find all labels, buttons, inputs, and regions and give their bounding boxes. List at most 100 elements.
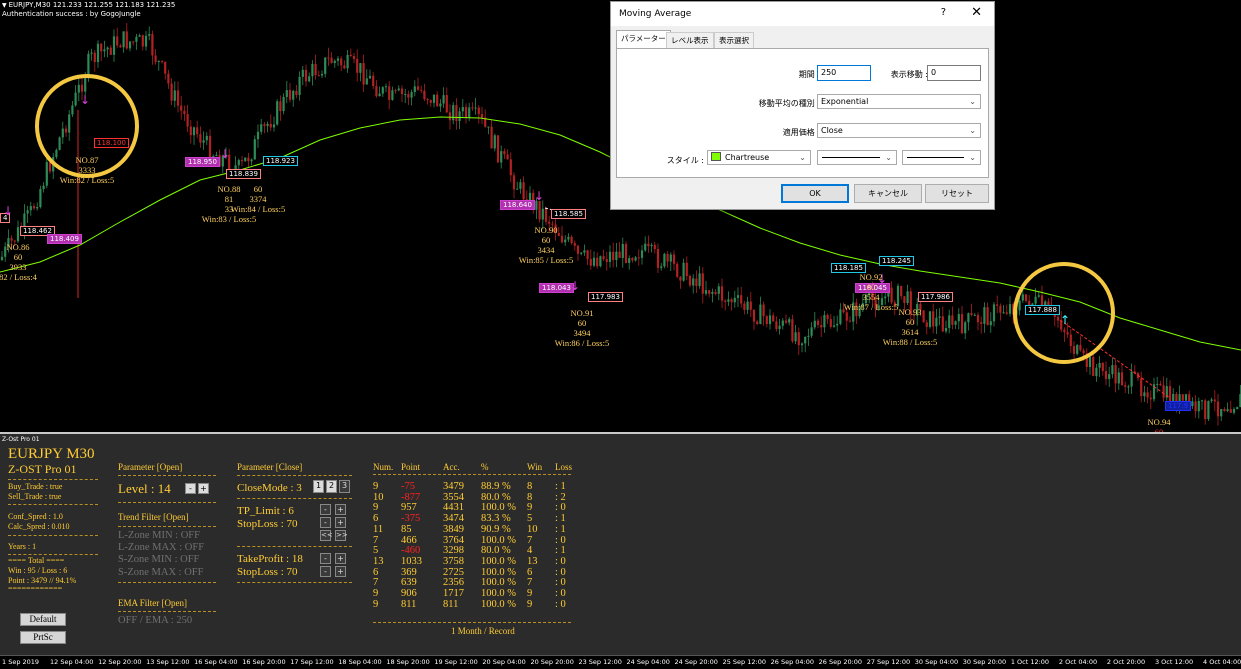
candle-body xyxy=(596,257,599,267)
candle-body xyxy=(388,86,391,100)
candle-body xyxy=(1223,409,1226,412)
tab-levels[interactable]: レベル表示 xyxy=(666,32,714,48)
record-cell: 1717 xyxy=(443,588,464,599)
symbol-quote: EURJPY,M30 121.233 121.255 121.183 121.2… xyxy=(8,1,176,9)
candle-body xyxy=(295,90,298,95)
record-cell: 9 xyxy=(527,588,533,599)
candle-body xyxy=(1220,409,1223,417)
parameter-close-header[interactable]: Parameter [Close] xyxy=(237,462,302,472)
candle-body xyxy=(304,69,308,82)
record-cell: 8 xyxy=(527,481,533,492)
candle-body xyxy=(669,254,672,262)
color-select[interactable]: Chartreuse ⌄ xyxy=(707,150,811,165)
time-tick-label: 17 Sep 12:00 xyxy=(290,658,334,666)
ma-method-select[interactable]: Exponential ⌄ xyxy=(817,94,981,109)
collapse-triangle-icon[interactable]: ▼ xyxy=(2,1,7,10)
candle-body xyxy=(416,86,420,90)
candle-body xyxy=(826,315,829,320)
candle-body xyxy=(407,94,410,98)
separator xyxy=(8,554,98,555)
candle-body xyxy=(938,316,941,318)
tab-visualization[interactable]: 表示選択 xyxy=(714,32,754,48)
candle-body xyxy=(93,52,96,63)
take-profit-decrease-button[interactable]: - xyxy=(320,553,331,564)
candle-body xyxy=(269,123,272,128)
apply-to-select[interactable]: Close ⌄ xyxy=(817,123,981,138)
close-icon[interactable]: ✕ xyxy=(971,5,982,20)
tab-parameters[interactable]: パラメーター xyxy=(616,30,671,48)
candle-body xyxy=(1101,363,1104,372)
candle-body xyxy=(698,273,701,287)
stoploss-2-value: StopLoss : 70 xyxy=(237,566,298,578)
dialog-titlebar[interactable]: Moving Average ? ✕ xyxy=(611,2,994,26)
candle-body xyxy=(580,252,583,254)
candle-body xyxy=(522,182,525,200)
take-profit-increase-button[interactable]: + xyxy=(335,553,346,564)
candle-body xyxy=(762,304,765,317)
close-mode-2-button[interactable]: 2 xyxy=(326,480,337,493)
trend-filter-header[interactable]: Trend Filter [Open] xyxy=(118,512,189,522)
separator xyxy=(8,479,98,480)
forward-button[interactable]: >> xyxy=(335,530,348,541)
rewind-button[interactable]: << xyxy=(320,530,333,541)
ema-filter-header[interactable]: EMA Filter [Open] xyxy=(118,598,187,608)
close-mode-3-button[interactable]: 3 xyxy=(339,480,350,493)
stoploss-1-decrease-button[interactable]: - xyxy=(320,517,331,528)
candle-body xyxy=(976,314,980,323)
time-tick-label: 18 Sep 04:00 xyxy=(338,658,382,666)
candle-body xyxy=(1098,363,1101,368)
line-style-select[interactable]: ⌄ xyxy=(817,150,897,165)
dialog-body: 期間 : 250 表示移動 : 0 移動平均の種別 : Exponential ⌄… xyxy=(616,48,989,178)
stoploss-1-increase-button[interactable]: + xyxy=(335,517,346,528)
candle-body xyxy=(157,60,160,62)
candle-body xyxy=(1146,392,1149,398)
candle-body xyxy=(784,320,788,323)
level-increase-button[interactable]: + xyxy=(198,483,209,494)
candle-body xyxy=(490,126,493,149)
candle-body xyxy=(352,56,356,59)
stoploss-2-decrease-button[interactable]: - xyxy=(320,566,331,577)
candle-body xyxy=(324,57,327,74)
help-icon[interactable]: ? xyxy=(941,7,946,18)
candle-body xyxy=(106,47,109,50)
line-width-select[interactable]: ⌄ xyxy=(902,150,981,165)
candle-body xyxy=(941,316,944,332)
candle-body xyxy=(650,244,653,247)
candle-body xyxy=(736,295,740,298)
candle-body xyxy=(1162,385,1165,398)
candle-body xyxy=(1092,356,1095,377)
szone-max: S-Zone MAX : OFF xyxy=(118,567,204,578)
stoploss-2-increase-button[interactable]: + xyxy=(335,566,346,577)
candle-body xyxy=(480,114,484,118)
candle-body xyxy=(314,63,317,76)
candle-body xyxy=(202,140,205,143)
time-tick-label: 12 Sep 04:00 xyxy=(50,658,94,666)
candle-body xyxy=(109,47,112,55)
time-tick-label: 25 Sep 12:00 xyxy=(722,658,766,666)
ok-button[interactable]: OK xyxy=(781,184,849,203)
candle-body xyxy=(944,328,948,332)
reset-button[interactable]: リセット xyxy=(925,184,989,203)
close-mode-1-button[interactable]: 1 xyxy=(313,480,324,493)
parameter-open-header[interactable]: Parameter [Open] xyxy=(118,462,182,472)
candle-body xyxy=(957,314,960,322)
tp-limit-decrease-button[interactable]: - xyxy=(320,504,331,515)
candle-body xyxy=(164,61,167,74)
candle-body xyxy=(1095,367,1098,377)
tp-limit-increase-button[interactable]: + xyxy=(335,504,346,515)
level-decrease-button[interactable]: - xyxy=(185,483,196,494)
cancel-button[interactable]: キャンセル xyxy=(854,184,922,203)
record-cell: 10 xyxy=(527,523,538,535)
period-input[interactable]: 250 xyxy=(817,65,871,81)
candle-body xyxy=(288,90,292,100)
trade-label: NO.93 60 3614 Win:88 / Loss:5 xyxy=(882,307,938,347)
default-button[interactable]: Default xyxy=(20,613,66,626)
chart-header: ▼ EURJPY,M30 121.233 121.255 121.183 121.… xyxy=(2,1,175,19)
candle-body xyxy=(125,31,128,49)
close-mode-value: CloseMode : 3 xyxy=(237,482,302,494)
shift-input[interactable]: 0 xyxy=(927,65,981,81)
record-cell: 9 xyxy=(527,598,533,610)
candle-body xyxy=(266,123,269,126)
candle-body xyxy=(464,107,468,118)
prtsc-button[interactable]: PrtSc xyxy=(20,631,66,644)
